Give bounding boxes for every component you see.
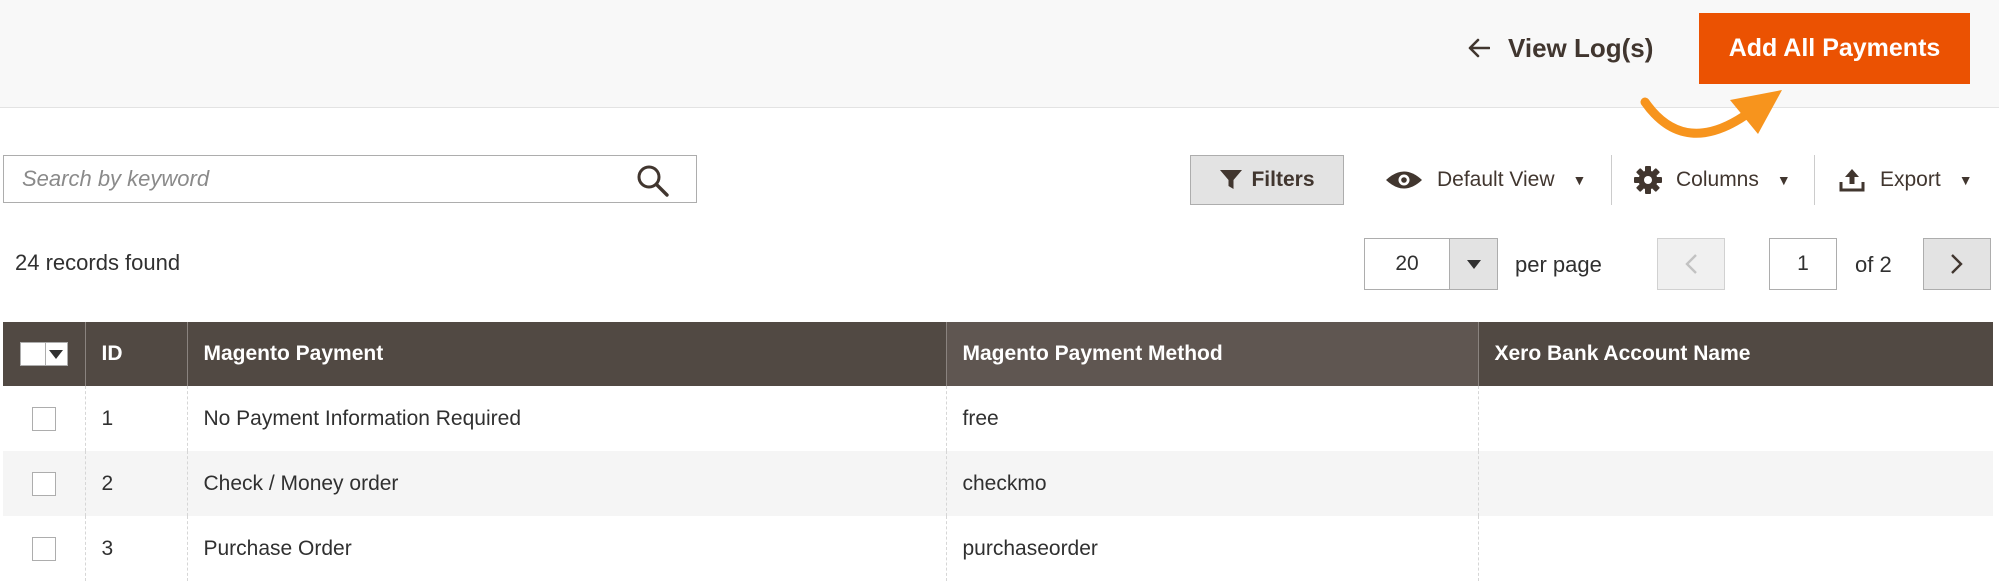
view-logs-label: View Log(s) <box>1508 32 1654 63</box>
filters-button[interactable]: Filters <box>1190 155 1344 205</box>
id-cell: 3 <box>84 516 187 581</box>
table-header-row: ID Magento Payment Magento Payment Metho… <box>3 322 1993 386</box>
column-header-magento-payment[interactable]: Magento Payment <box>186 322 946 386</box>
table-row[interactable]: 1 No Payment Information Required free <box>3 386 1993 451</box>
search-input[interactable] <box>4 156 604 202</box>
table-row[interactable]: 2 Check / Money order checkmo <box>3 451 1993 516</box>
account-cell <box>1477 451 1993 516</box>
row-checkbox[interactable] <box>31 536 56 561</box>
row-select-cell <box>3 386 85 451</box>
next-page-button[interactable] <box>1923 238 1991 290</box>
payment-cell: No Payment Information Required <box>186 386 946 451</box>
row-checkbox[interactable] <box>31 406 56 431</box>
per-page-select[interactable]: 20 <box>1364 238 1498 290</box>
chevron-left-icon <box>1685 254 1697 274</box>
table-row[interactable]: 3 Purchase Order purchaseorder <box>3 516 1993 581</box>
account-cell <box>1477 386 1993 451</box>
chevron-down-icon: ▼ <box>1776 172 1791 188</box>
chevron-right-icon <box>1951 254 1963 274</box>
account-cell <box>1477 516 1993 581</box>
id-cell: 1 <box>84 386 187 451</box>
mass-select-checkbox[interactable] <box>19 342 68 366</box>
method-cell: checkmo <box>945 451 1478 516</box>
toolbar-divider <box>1611 155 1612 205</box>
search-icon[interactable] <box>636 164 670 198</box>
row-select-cell <box>3 516 85 581</box>
toolbar-divider <box>1814 155 1815 205</box>
view-logs-link[interactable]: View Log(s) <box>1468 28 1653 68</box>
funnel-icon <box>1220 170 1243 189</box>
per-page-toggle[interactable] <box>1449 239 1497 289</box>
chevron-down-icon: ▼ <box>1958 172 1973 188</box>
column-header-xero-bank-account-name[interactable]: Xero Bank Account Name <box>1477 322 1993 386</box>
chevron-down-icon: ▼ <box>1572 172 1587 188</box>
method-cell: purchaseorder <box>945 516 1478 581</box>
row-checkbox[interactable] <box>31 471 56 496</box>
payment-cell: Purchase Order <box>186 516 946 581</box>
caret-down-icon <box>1466 259 1481 269</box>
export-label: Export <box>1880 168 1941 191</box>
id-cell: 2 <box>84 451 187 516</box>
eye-icon <box>1386 171 1422 189</box>
view-label: Default View <box>1437 168 1555 191</box>
mass-select-column <box>3 322 85 386</box>
per-page-label: per page <box>1515 252 1602 277</box>
columns-label: Columns <box>1676 168 1759 191</box>
view-switcher[interactable]: Default View ▼ <box>1385 160 1586 200</box>
export-control[interactable]: Export ▼ <box>1838 160 1973 200</box>
current-page-input[interactable]: 1 <box>1769 238 1837 290</box>
filters-label: Filters <box>1251 168 1315 191</box>
row-select-cell <box>3 451 85 516</box>
upload-icon <box>1839 169 1865 192</box>
gear-icon <box>1634 166 1662 194</box>
column-header-magento-payment-method[interactable]: Magento Payment Method <box>945 322 1478 386</box>
arrow-left-icon <box>1468 38 1490 58</box>
per-page-value: 20 <box>1395 252 1419 275</box>
method-cell: free <box>945 386 1478 451</box>
caret-down-icon <box>48 350 63 359</box>
payments-grid: ID Magento Payment Magento Payment Metho… <box>3 322 1993 581</box>
previous-page-button[interactable] <box>1657 238 1725 290</box>
column-header-id[interactable]: ID <box>84 322 187 386</box>
page-total: of 2 <box>1855 252 1892 277</box>
records-count: 24 records found <box>15 250 181 275</box>
columns-control[interactable]: Columns ▼ <box>1634 160 1791 200</box>
annotation-arrow-icon <box>1640 90 1782 138</box>
add-all-payments-button[interactable]: Add All Payments <box>1699 13 1970 84</box>
payment-cell: Check / Money order <box>186 451 946 516</box>
keyword-search <box>3 155 697 203</box>
